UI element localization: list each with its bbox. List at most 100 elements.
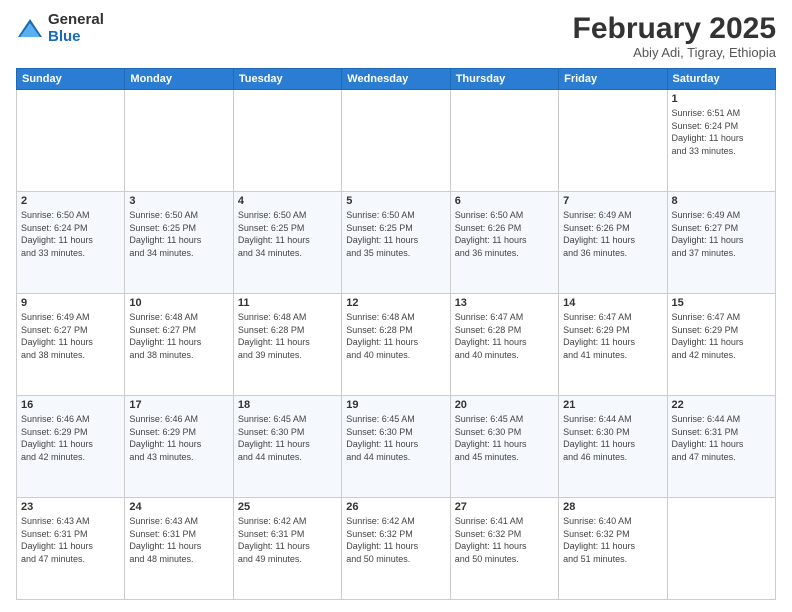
calendar-cell: 22 Sunrise: 6:44 AM Sunset: 6:31 PM Dayli… — [667, 396, 775, 498]
calendar-cell: 15Sunrise: 6:47 AM Sunset: 6:29 PM Dayli… — [667, 294, 775, 396]
day-info: Sunrise: 6:45 AM Sunset: 6:30 PM Dayligh… — [238, 413, 337, 463]
calendar-cell: 26 Sunrise: 6:42 AM Sunset: 6:32 PM Dayli… — [342, 498, 450, 600]
calendar-cell: 5 Sunrise: 6:50 AM Sunset: 6:25 PM Daylig… — [342, 192, 450, 294]
calendar-header-row: SundayMondayTuesdayWednesdayThursdayFrid… — [17, 69, 776, 90]
calendar-cell: 7 Sunrise: 6:49 AM Sunset: 6:26 PM Daylig… — [559, 192, 667, 294]
day-number: 28 — [563, 501, 662, 513]
day-number: 21 — [563, 399, 662, 411]
calendar-cell: 6 Sunrise: 6:50 AM Sunset: 6:26 PM Daylig… — [450, 192, 558, 294]
day-info: Sunrise: 6:48 AM Sunset: 6:28 PM Dayligh… — [346, 311, 445, 361]
calendar-cell: 12 Sunrise: 6:48 AM Sunset: 6:28 PM Dayli… — [342, 294, 450, 396]
day-number: 16 — [21, 399, 120, 411]
day-info: Sunrise: 6:42 AM Sunset: 6:32 PM Dayligh… — [346, 515, 445, 565]
weekday-header-monday: Monday — [125, 69, 233, 90]
day-number: 13 — [455, 297, 554, 309]
day-number: 12 — [346, 297, 445, 309]
day-info: Sunrise: 6:49 AM Sunset: 6:27 PM Dayligh… — [672, 209, 771, 259]
day-info: Sunrise: 6:45 AM Sunset: 6:30 PM Dayligh… — [346, 413, 445, 463]
day-number: 26 — [346, 501, 445, 513]
day-info: Sunrise: 6:43 AM Sunset: 6:31 PM Dayligh… — [129, 515, 228, 565]
calendar-cell — [667, 498, 775, 600]
day-info: Sunrise: 6:46 AM Sunset: 6:29 PM Dayligh… — [21, 413, 120, 463]
calendar-cell: 3 Sunrise: 6:50 AM Sunset: 6:25 PM Daylig… — [125, 192, 233, 294]
calendar-cell — [17, 90, 125, 192]
day-info: Sunrise: 6:50 AM Sunset: 6:26 PM Dayligh… — [455, 209, 554, 259]
header-right: February 2025 Abiy Adi, Tigray, Ethiopia — [573, 12, 776, 60]
day-number: 5 — [346, 195, 445, 207]
day-number: 7 — [563, 195, 662, 207]
day-info: Sunrise: 6:46 AM Sunset: 6:29 PM Dayligh… — [129, 413, 228, 463]
day-number: 6 — [455, 195, 554, 207]
logo-text: General Blue — [48, 12, 104, 45]
day-info: Sunrise: 6:47 AM Sunset: 6:29 PM Dayligh… — [672, 311, 771, 361]
calendar-cell: 8Sunrise: 6:49 AM Sunset: 6:27 PM Daylig… — [667, 192, 775, 294]
day-info: Sunrise: 6:50 AM Sunset: 6:25 PM Dayligh… — [238, 209, 337, 259]
calendar-cell: 11Sunrise: 6:48 AM Sunset: 6:28 PM Dayli… — [233, 294, 341, 396]
day-info: Sunrise: 6:50 AM Sunset: 6:25 PM Dayligh… — [346, 209, 445, 259]
day-info: Sunrise: 6:43 AM Sunset: 6:31 PM Dayligh… — [21, 515, 120, 565]
day-number: 9 — [21, 297, 120, 309]
day-info: Sunrise: 6:44 AM Sunset: 6:30 PM Dayligh… — [563, 413, 662, 463]
day-info: Sunrise: 6:50 AM Sunset: 6:25 PM Dayligh… — [129, 209, 228, 259]
weekday-header-sunday: Sunday — [17, 69, 125, 90]
calendar-cell — [342, 90, 450, 192]
day-number: 22 — [672, 399, 771, 411]
logo-icon — [16, 15, 44, 43]
day-number: 10 — [129, 297, 228, 309]
calendar-week-0: 1Sunrise: 6:51 AM Sunset: 6:24 PM Daylig… — [17, 90, 776, 192]
logo-blue: Blue — [48, 29, 104, 46]
calendar-cell: 4 Sunrise: 6:50 AM Sunset: 6:25 PM Daylig… — [233, 192, 341, 294]
logo-general: General — [48, 12, 104, 29]
logo: General Blue — [16, 12, 104, 45]
calendar-cell: 28 Sunrise: 6:40 AM Sunset: 6:32 PM Dayli… — [559, 498, 667, 600]
calendar-cell — [450, 90, 558, 192]
calendar-cell — [559, 90, 667, 192]
calendar-week-3: 16 Sunrise: 6:46 AM Sunset: 6:29 PM Dayli… — [17, 396, 776, 498]
weekday-header-friday: Friday — [559, 69, 667, 90]
day-number: 3 — [129, 195, 228, 207]
calendar-cell: 16 Sunrise: 6:46 AM Sunset: 6:29 PM Dayli… — [17, 396, 125, 498]
day-info: Sunrise: 6:48 AM Sunset: 6:28 PM Dayligh… — [238, 311, 337, 361]
day-info: Sunrise: 6:49 AM Sunset: 6:27 PM Dayligh… — [21, 311, 120, 361]
day-info: Sunrise: 6:47 AM Sunset: 6:28 PM Dayligh… — [455, 311, 554, 361]
day-number: 27 — [455, 501, 554, 513]
calendar-cell: 9 Sunrise: 6:49 AM Sunset: 6:27 PM Daylig… — [17, 294, 125, 396]
day-info: Sunrise: 6:51 AM Sunset: 6:24 PM Dayligh… — [672, 107, 771, 157]
day-number: 20 — [455, 399, 554, 411]
calendar-week-4: 23 Sunrise: 6:43 AM Sunset: 6:31 PM Dayli… — [17, 498, 776, 600]
day-info: Sunrise: 6:50 AM Sunset: 6:24 PM Dayligh… — [21, 209, 120, 259]
calendar-cell: 13 Sunrise: 6:47 AM Sunset: 6:28 PM Dayli… — [450, 294, 558, 396]
day-info: Sunrise: 6:44 AM Sunset: 6:31 PM Dayligh… — [672, 413, 771, 463]
calendar-cell: 17 Sunrise: 6:46 AM Sunset: 6:29 PM Dayli… — [125, 396, 233, 498]
weekday-header-thursday: Thursday — [450, 69, 558, 90]
day-info: Sunrise: 6:45 AM Sunset: 6:30 PM Dayligh… — [455, 413, 554, 463]
day-number: 24 — [129, 501, 228, 513]
header: General Blue February 2025 Abiy Adi, Tig… — [16, 12, 776, 60]
day-info: Sunrise: 6:49 AM Sunset: 6:26 PM Dayligh… — [563, 209, 662, 259]
calendar-cell: 23 Sunrise: 6:43 AM Sunset: 6:31 PM Dayli… — [17, 498, 125, 600]
day-info: Sunrise: 6:40 AM Sunset: 6:32 PM Dayligh… — [563, 515, 662, 565]
weekday-header-saturday: Saturday — [667, 69, 775, 90]
calendar-cell: 19 Sunrise: 6:45 AM Sunset: 6:30 PM Dayli… — [342, 396, 450, 498]
calendar-cell: 14Sunrise: 6:47 AM Sunset: 6:29 PM Dayli… — [559, 294, 667, 396]
calendar-cell: 1Sunrise: 6:51 AM Sunset: 6:24 PM Daylig… — [667, 90, 775, 192]
page: General Blue February 2025 Abiy Adi, Tig… — [0, 0, 792, 612]
calendar-cell — [125, 90, 233, 192]
calendar: SundayMondayTuesdayWednesdayThursdayFrid… — [16, 68, 776, 600]
calendar-cell: 25Sunrise: 6:42 AM Sunset: 6:31 PM Dayli… — [233, 498, 341, 600]
day-number: 23 — [21, 501, 120, 513]
day-info: Sunrise: 6:47 AM Sunset: 6:29 PM Dayligh… — [563, 311, 662, 361]
calendar-cell: 2 Sunrise: 6:50 AM Sunset: 6:24 PM Daylig… — [17, 192, 125, 294]
day-info: Sunrise: 6:41 AM Sunset: 6:32 PM Dayligh… — [455, 515, 554, 565]
calendar-cell: 10Sunrise: 6:48 AM Sunset: 6:27 PM Dayli… — [125, 294, 233, 396]
calendar-cell: 27 Sunrise: 6:41 AM Sunset: 6:32 PM Dayli… — [450, 498, 558, 600]
day-number: 19 — [346, 399, 445, 411]
day-number: 4 — [238, 195, 337, 207]
day-number: 18 — [238, 399, 337, 411]
day-number: 17 — [129, 399, 228, 411]
weekday-header-tuesday: Tuesday — [233, 69, 341, 90]
day-number: 2 — [21, 195, 120, 207]
weekday-header-wednesday: Wednesday — [342, 69, 450, 90]
day-info: Sunrise: 6:42 AM Sunset: 6:31 PM Dayligh… — [238, 515, 337, 565]
month-title: February 2025 — [573, 12, 776, 45]
